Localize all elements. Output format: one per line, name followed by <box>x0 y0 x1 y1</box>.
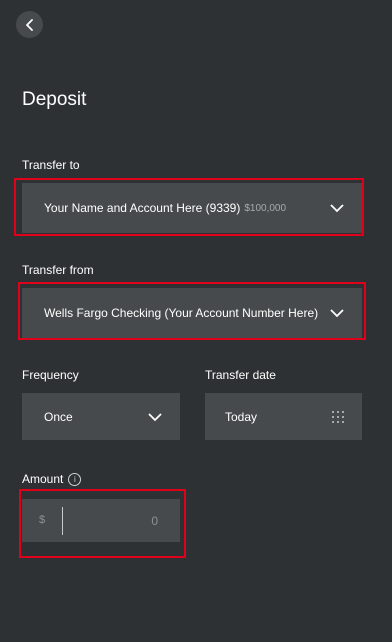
amount-divider <box>62 507 63 535</box>
transfer-to-balance: $100,000 <box>244 202 287 214</box>
transfer-date-label: Transfer date <box>205 368 276 382</box>
chevron-left-icon <box>25 18 35 31</box>
transfer-date-value: Today <box>225 409 258 424</box>
transfer-from-label: Transfer from <box>22 263 94 277</box>
frequency-value: Once <box>44 409 73 424</box>
chevron-down-icon <box>330 309 344 318</box>
transfer-to-select[interactable]: Your Name and Account Here (9339) $100,0… <box>22 183 362 233</box>
amount-field[interactable]: $ <box>22 499 180 542</box>
transfer-from-value: Wells Fargo Checking (Your Account Numbe… <box>44 306 319 320</box>
amount-label-row: Amount i <box>22 472 82 487</box>
frequency-label: Frequency <box>22 368 79 382</box>
transfer-date-picker[interactable]: Today <box>205 393 362 440</box>
amount-input[interactable] <box>68 508 158 534</box>
info-icon[interactable]: i <box>68 473 82 487</box>
transfer-from-select[interactable]: Wells Fargo Checking (Your Account Numbe… <box>22 288 362 338</box>
chevron-down-icon <box>148 412 162 421</box>
back-button[interactable] <box>16 11 43 38</box>
page-title: Deposit <box>22 89 87 110</box>
currency-symbol: $ <box>39 514 46 526</box>
calendar-grid-icon[interactable] <box>332 410 344 423</box>
transfer-to-label: Transfer to <box>22 158 80 172</box>
transfer-to-value: Your Name and Account Here (9339) <box>44 201 241 215</box>
frequency-select[interactable]: Once <box>22 393 180 440</box>
chevron-down-icon <box>330 204 344 213</box>
amount-label: Amount <box>22 472 64 486</box>
